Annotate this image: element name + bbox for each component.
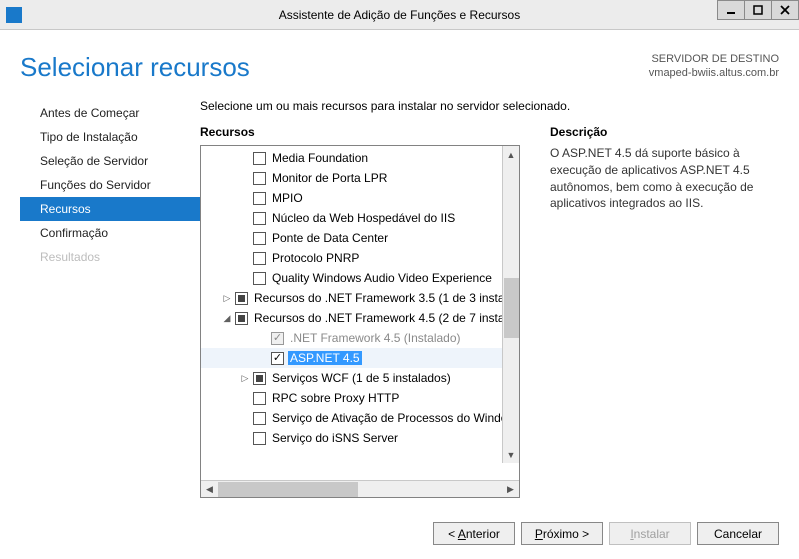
tree-row[interactable]: ▷ Serviços WCF (1 de 5 instalados) — [201, 368, 519, 388]
tree-item-label[interactable]: Ponte de Data Center — [270, 231, 390, 245]
footer-buttons: < Anterior Próximo > Instalar Cancelar — [200, 522, 779, 545]
maximize-button[interactable] — [744, 0, 772, 20]
step-features[interactable]: Recursos — [20, 197, 200, 221]
checkbox[interactable] — [271, 332, 284, 345]
window-controls — [718, 0, 799, 20]
checkbox[interactable] — [253, 172, 266, 185]
next-button[interactable]: Próximo > — [521, 522, 603, 545]
destination-label: SERVIDOR DE DESTINO — [649, 52, 779, 66]
tree-row[interactable]: .NET Framework 4.5 (Instalado) — [201, 328, 519, 348]
tree-item-label[interactable]: Protocolo PNRP — [270, 251, 361, 265]
minimize-button[interactable] — [717, 0, 745, 20]
tree-row[interactable]: Monitor de Porta LPR — [201, 168, 519, 188]
tree-row[interactable]: Serviço de Ativação de Processos do Wind… — [201, 408, 519, 428]
chevron-right-icon[interactable]: ▷ — [221, 293, 233, 304]
tree-item-label[interactable]: Quality Windows Audio Video Experience — [270, 271, 494, 285]
cancel-button[interactable]: Cancelar — [697, 522, 779, 545]
scroll-track[interactable] — [503, 163, 519, 446]
close-button[interactable] — [771, 0, 799, 20]
instruction-text: Selecione um ou mais recursos para insta… — [200, 99, 779, 113]
tree-item-label[interactable]: Recursos do .NET Framework 4.5 (2 de 7 i… — [252, 311, 519, 325]
tree-row[interactable]: ◢ Recursos do .NET Framework 4.5 (2 de 7 … — [201, 308, 519, 328]
scroll-left-arrow[interactable]: ◀ — [201, 481, 218, 497]
features-column: Recursos Media Foundation Monitor de Port… — [200, 125, 520, 498]
tree-item-label[interactable]: MPIO — [270, 191, 305, 205]
titlebar: Assistente de Adição de Funções e Recurs… — [0, 0, 799, 30]
chevron-right-icon[interactable]: ▷ — [239, 373, 251, 384]
horizontal-scrollbar[interactable]: ◀ ▶ — [201, 480, 519, 497]
step-roles[interactable]: Funções do Servidor — [20, 173, 200, 197]
checkbox[interactable] — [253, 272, 266, 285]
tree-row[interactable]: Protocolo PNRP — [201, 248, 519, 268]
app-icon — [6, 7, 22, 23]
tree-row[interactable]: ASP.NET 4.5 — [201, 348, 519, 368]
description-text: O ASP.NET 4.5 dá suporte básico à execuç… — [550, 145, 779, 212]
checkbox[interactable] — [253, 232, 266, 245]
tree-row[interactable]: Núcleo da Web Hospedável do IIS — [201, 208, 519, 228]
columns: Recursos Media Foundation Monitor de Port… — [200, 125, 779, 498]
step-results: Resultados — [20, 245, 200, 269]
scroll-right-arrow[interactable]: ▶ — [502, 481, 519, 497]
tree-row[interactable]: Quality Windows Audio Video Experience — [201, 268, 519, 288]
step-installtype[interactable]: Tipo de Instalação — [20, 125, 200, 149]
scroll-down-arrow[interactable]: ▼ — [503, 446, 519, 463]
install-button: Instalar — [609, 522, 691, 545]
checkbox[interactable] — [253, 432, 266, 445]
tree-item-label[interactable]: .NET Framework 4.5 (Instalado) — [288, 331, 463, 345]
step-before[interactable]: Antes de Começar — [20, 101, 200, 125]
tree-item-label[interactable]: Serviço do iSNS Server — [270, 431, 400, 445]
tree-inner: Media Foundation Monitor de Porta LPR MPIO… — [201, 146, 519, 448]
vertical-scrollbar[interactable]: ▲ ▼ — [502, 146, 519, 463]
tree-row[interactable]: MPIO — [201, 188, 519, 208]
destination-info: SERVIDOR DE DESTINO vmaped-bwiis.altus.c… — [649, 52, 779, 81]
tree-item-label[interactable]: Serviço de Ativação de Processos do Wind… — [270, 411, 519, 425]
tree-item-label[interactable]: RPC sobre Proxy HTTP — [270, 391, 401, 405]
tree-item-label[interactable]: ASP.NET 4.5 — [288, 351, 362, 365]
header-row: Selecionar recursos SERVIDOR DE DESTINO … — [20, 52, 779, 83]
checkbox[interactable] — [253, 412, 266, 425]
step-confirm[interactable]: Confirmação — [20, 221, 200, 245]
checkbox[interactable] — [235, 292, 248, 305]
previous-button[interactable]: < Anterior — [433, 522, 515, 545]
tree-row[interactable]: Serviço do iSNS Server — [201, 428, 519, 448]
scroll-up-arrow[interactable]: ▲ — [503, 146, 519, 163]
checkbox[interactable] — [235, 312, 248, 325]
tree-item-label[interactable]: Media Foundation — [270, 151, 370, 165]
scroll-thumb[interactable] — [504, 278, 519, 338]
description-column: Descrição O ASP.NET 4.5 dá suporte básic… — [520, 125, 779, 498]
features-header: Recursos — [200, 125, 520, 139]
tree-item-label[interactable]: Monitor de Porta LPR — [270, 171, 389, 185]
hscroll-thumb[interactable] — [218, 482, 358, 497]
tree-item-label[interactable]: Núcleo da Web Hospedável do IIS — [270, 211, 457, 225]
checkbox[interactable] — [253, 192, 266, 205]
checkbox[interactable] — [271, 352, 284, 365]
chevron-down-icon[interactable]: ◢ — [221, 313, 233, 324]
page-title: Selecionar recursos — [20, 52, 250, 83]
tree-row[interactable]: ▷ Recursos do .NET Framework 3.5 (1 de 3 … — [201, 288, 519, 308]
checkbox[interactable] — [253, 392, 266, 405]
checkbox[interactable] — [253, 152, 266, 165]
tree-item-label[interactable]: Recursos do .NET Framework 3.5 (1 de 3 i… — [252, 291, 519, 305]
features-tree: Media Foundation Monitor de Porta LPR MPIO… — [200, 145, 520, 498]
main-panel: Selecione um ou mais recursos para insta… — [200, 97, 779, 545]
body-row: Antes de Começar Tipo de Instalação Sele… — [20, 97, 779, 545]
content: Selecionar recursos SERVIDOR DE DESTINO … — [0, 30, 799, 559]
tree-item-label[interactable]: Serviços WCF (1 de 5 instalados) — [270, 371, 453, 385]
checkbox[interactable] — [253, 372, 266, 385]
checkbox[interactable] — [253, 212, 266, 225]
checkbox[interactable] — [253, 252, 266, 265]
window-title: Assistente de Adição de Funções e Recurs… — [0, 8, 799, 22]
tree-row[interactable]: Ponte de Data Center — [201, 228, 519, 248]
description-header: Descrição — [550, 125, 779, 139]
tree-scroll: Media Foundation Monitor de Porta LPR MPIO… — [201, 146, 519, 480]
wizard-sidebar: Antes de Começar Tipo de Instalação Sele… — [20, 97, 200, 545]
destination-host: vmaped-bwiis.altus.com.br — [649, 66, 779, 80]
step-serversel[interactable]: Seleção de Servidor — [20, 149, 200, 173]
tree-row[interactable]: RPC sobre Proxy HTTP — [201, 388, 519, 408]
hscroll-track[interactable] — [218, 481, 485, 497]
tree-row[interactable]: Media Foundation — [201, 148, 519, 168]
